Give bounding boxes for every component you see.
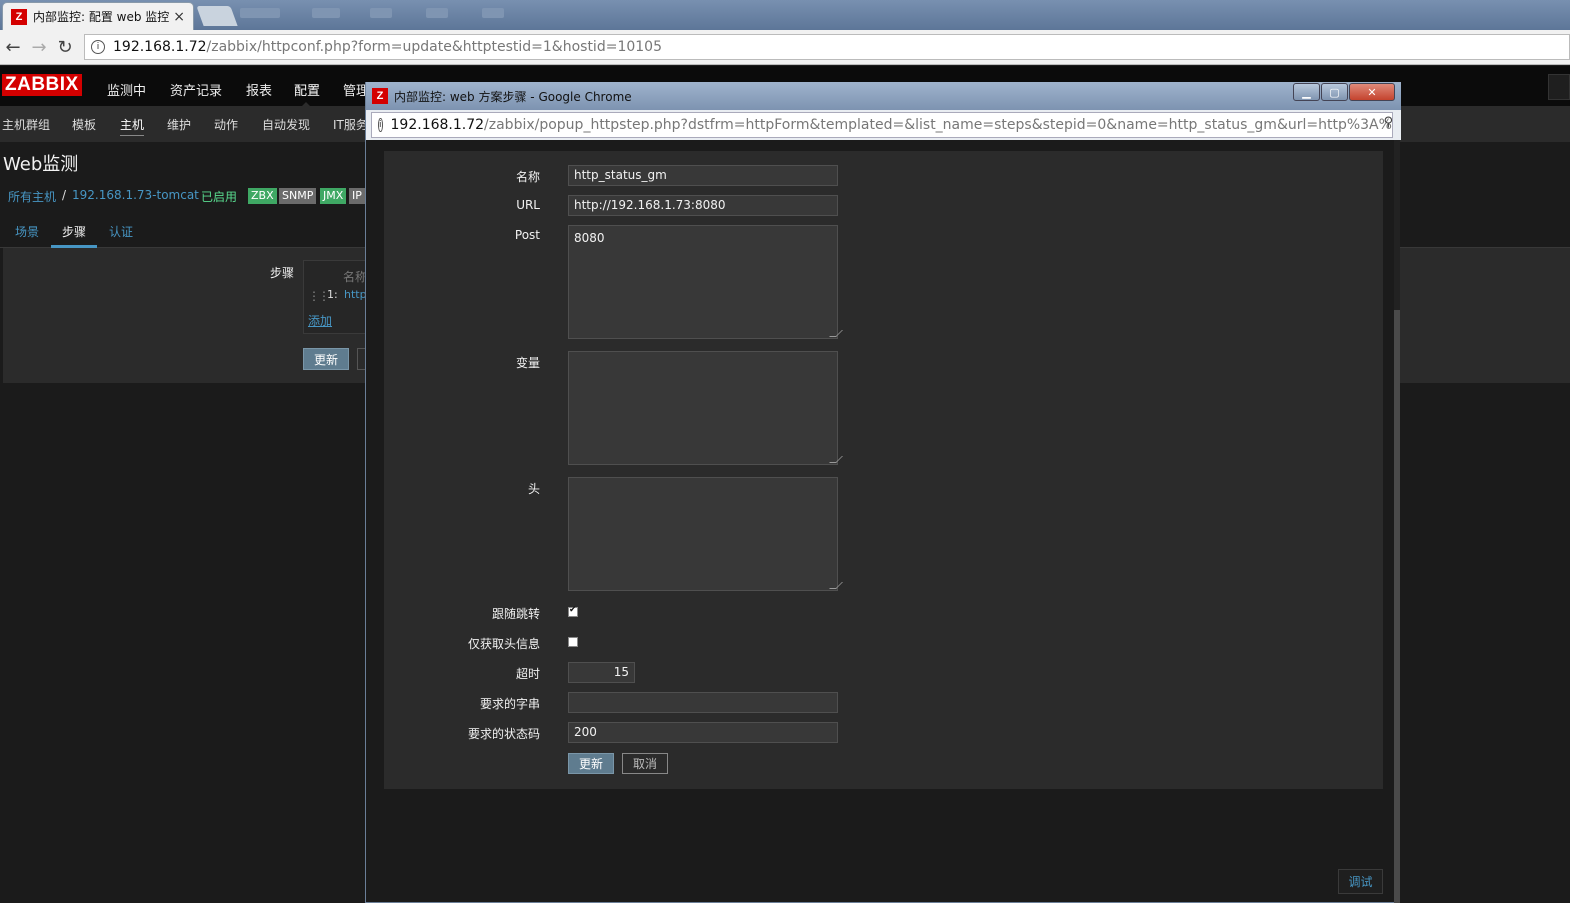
step-cancel-button[interactable]: 取消 — [622, 753, 668, 774]
menu-configuration[interactable]: 配置 — [294, 80, 320, 99]
url-label: URL — [516, 198, 540, 212]
zoom-icon[interactable]: ⚲ — [1383, 115, 1393, 130]
badge-ipmi: IP — [349, 188, 365, 204]
site-info-icon[interactable]: i — [91, 40, 105, 54]
debug-button[interactable]: 调试 — [1338, 869, 1383, 894]
submenu-hosts[interactable]: 主机 — [120, 116, 145, 136]
back-arrow-icon[interactable]: ← — [0, 37, 26, 58]
timeout-label: 超时 — [515, 667, 540, 681]
popup-titlebar[interactable]: Z 内部监控: web 方案步骤 - Google Chrome ▁ ▢ ✕ — [366, 82, 1401, 110]
tab-close-icon[interactable]: × — [173, 9, 185, 25]
timeout-input[interactable]: 15 — [568, 662, 635, 683]
post-label: Post — [514, 228, 540, 242]
name-label: 名称 — [515, 170, 540, 184]
url-path: /zabbix/httpconf.php?form=update&httptes… — [206, 39, 662, 55]
badge-zbx: ZBX — [248, 188, 277, 204]
blurred-tab — [240, 8, 280, 18]
submenu-templates[interactable]: 模板 — [72, 116, 96, 133]
required-string-label: 要求的字串 — [479, 697, 540, 711]
host-status-enabled[interactable]: 已启用 — [201, 188, 237, 205]
resize-grip-icon[interactable] — [829, 582, 843, 589]
forward-arrow-icon[interactable]: → — [26, 37, 52, 58]
url-input[interactable]: i 192.168.1.72/zabbix/httpconf.php?form=… — [84, 34, 1570, 60]
step-form: 名称 http_status_gm URL http://192.168.1.7… — [384, 151, 1383, 789]
browser-tab-active[interactable]: Z 内部监控: 配置 web 监控 × — [2, 2, 194, 30]
url-host: 192.168.1.72 — [113, 39, 207, 55]
badge-jmx: JMX — [320, 188, 347, 204]
browser-tab-title: 内部监控: 配置 web 监控 — [33, 10, 170, 24]
zabbix-favicon-icon: Z — [372, 88, 388, 104]
status-codes-label: 要求的状态码 — [467, 727, 540, 741]
update-button[interactable]: 更新 — [303, 348, 349, 370]
follow-redirects-checkbox[interactable] — [568, 605, 578, 617]
zabbix-logo[interactable]: ZABBIX — [2, 74, 82, 96]
retrieve-headers-checkbox[interactable] — [568, 637, 578, 647]
header-search-box[interactable] — [1548, 74, 1570, 100]
reload-icon[interactable]: ↻ — [52, 37, 78, 58]
scrollbar-thumb[interactable] — [1394, 310, 1400, 903]
submenu-it-services[interactable]: IT服务 — [333, 116, 368, 133]
tab-scenario[interactable]: 场景 — [15, 223, 39, 240]
follow-redirects-label: 跟随跳转 — [491, 607, 540, 621]
blurred-tab — [482, 8, 504, 18]
popup-scrollbar[interactable] — [1394, 140, 1400, 903]
add-step-link[interactable]: 添加 — [308, 312, 332, 329]
variables-label: 变量 — [515, 356, 540, 370]
step-index: 1: — [327, 288, 338, 301]
headers-textarea[interactable] — [568, 477, 843, 591]
popup-url-input[interactable]: i 192.168.1.72/zabbix/popup_httpstep.php… — [371, 112, 1393, 138]
retrieve-headers-label: 仅获取头信息 — [467, 637, 540, 651]
breadcrumb-host[interactable]: 192.168.1.73-tomcat — [72, 188, 199, 202]
resize-grip-icon[interactable] — [829, 456, 843, 463]
steps-column-name: 名称 — [343, 270, 368, 284]
popup-url-path: /zabbix/popup_httpstep.php?dstfrm=httpFo… — [484, 117, 1393, 133]
new-tab-button[interactable] — [196, 6, 238, 26]
breadcrumb-separator: / — [62, 188, 67, 202]
badge-snmp: SNMP — [279, 188, 317, 204]
post-textarea[interactable]: 8080 — [568, 225, 843, 339]
post-value: 8080 — [574, 231, 605, 245]
submenu-host-groups[interactable]: 主机群组 — [2, 116, 50, 133]
required-string-input[interactable] — [568, 692, 838, 713]
popup-address-bar: i 192.168.1.72/zabbix/popup_httpstep.php… — [366, 110, 1401, 140]
zabbix-favicon-icon: Z — [11, 8, 27, 25]
steps-label: 步骤 — [270, 266, 295, 280]
drag-handle-icon[interactable]: ⋮⋮ — [308, 289, 330, 303]
blurred-tab — [370, 8, 392, 18]
step-update-button[interactable]: 更新 — [568, 753, 614, 774]
minimize-icon[interactable]: ▁ — [1293, 83, 1320, 101]
close-icon[interactable]: ✕ — [1349, 83, 1395, 101]
tab-steps[interactable]: 步骤 — [62, 223, 86, 240]
breadcrumb-all-hosts[interactable]: 所有主机 — [8, 188, 56, 205]
submenu-discovery[interactable]: 自动发现 — [262, 116, 310, 133]
submenu-actions[interactable]: 动作 — [214, 116, 238, 133]
site-info-icon[interactable]: i — [378, 118, 383, 132]
popup-url-host: 192.168.1.72 — [390, 117, 485, 133]
step-name-link[interactable]: http — [344, 288, 367, 301]
maximize-icon[interactable]: ▢ — [1321, 83, 1348, 101]
address-bar: ← → ↻ i 192.168.1.72/zabbix/httpconf.php… — [0, 30, 1570, 65]
menu-reports[interactable]: 报表 — [246, 80, 272, 99]
submenu-maintenance[interactable]: 维护 — [167, 116, 191, 133]
name-input[interactable]: http_status_gm — [568, 165, 838, 186]
status-codes-input[interactable]: 200 — [568, 722, 838, 743]
browser-tab-strip: Z 内部监控: 配置 web 监控 × — [0, 0, 1570, 30]
blurred-tab — [312, 8, 340, 18]
tab-authentication[interactable]: 认证 — [109, 223, 133, 240]
resize-grip-icon[interactable] — [829, 330, 843, 337]
popup-title: 内部监控: web 方案步骤 - Google Chrome — [394, 89, 632, 104]
variables-textarea[interactable] — [568, 351, 843, 465]
blurred-tab — [426, 8, 448, 18]
menu-monitoring[interactable]: 监测中 — [107, 80, 146, 99]
headers-label: 头 — [527, 482, 540, 496]
menu-inventory[interactable]: 资产记录 — [170, 80, 222, 99]
url-field[interactable]: http://192.168.1.73:8080 — [568, 195, 838, 216]
popup-window: Z 内部监控: web 方案步骤 - Google Chrome ▁ ▢ ✕ i… — [365, 82, 1401, 903]
page-title: Web监测 — [3, 154, 79, 175]
